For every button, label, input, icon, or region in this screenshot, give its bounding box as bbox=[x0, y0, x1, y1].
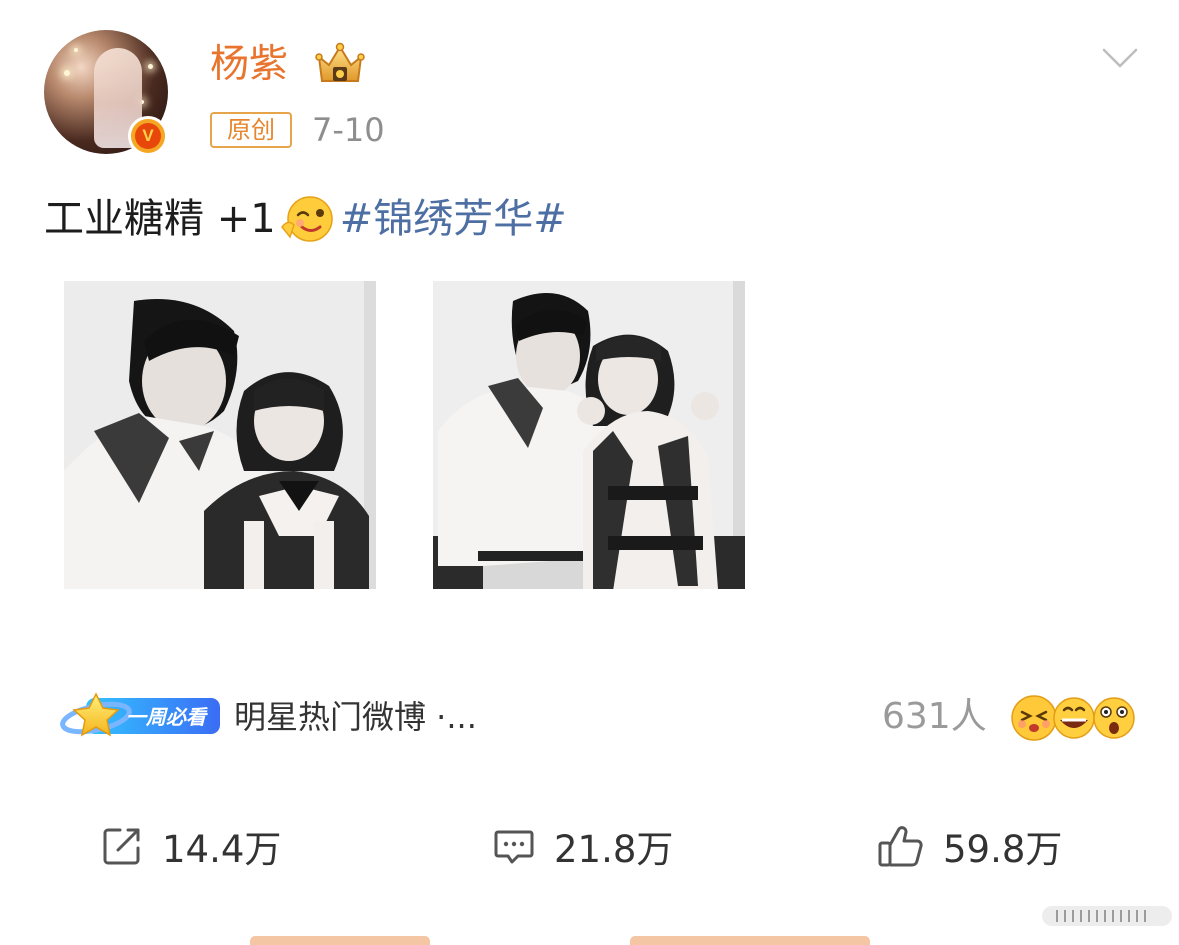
comment-icon bbox=[494, 830, 534, 864]
photo-1[interactable] bbox=[64, 281, 376, 589]
cut-off-bottom-links bbox=[250, 930, 910, 945]
like-count: 59.8万 bbox=[943, 828, 1063, 871]
laugh-emoji-icon bbox=[1053, 697, 1095, 739]
watermark-icon bbox=[1042, 906, 1172, 926]
reaction-count[interactable]: 631人 bbox=[882, 696, 987, 738]
weekly-topic-link[interactable]: 明星热门微博 ·... bbox=[234, 696, 477, 738]
repost-count: 14.4万 bbox=[162, 828, 282, 871]
like-button[interactable]: 59.8万 bbox=[877, 820, 1062, 872]
chevron-down-icon[interactable] bbox=[1100, 38, 1140, 78]
kiss-emoji-icon bbox=[1011, 695, 1057, 741]
weekly-badge-label: 一周必看 bbox=[126, 705, 208, 729]
reaction-emojis[interactable] bbox=[1008, 692, 1136, 742]
source-tag: 原创 bbox=[210, 112, 292, 148]
surprised-emoji-icon bbox=[1093, 697, 1135, 739]
repost-button[interactable]: 14.4万 bbox=[100, 820, 281, 872]
like-icon bbox=[878, 826, 923, 867]
photo-2[interactable] bbox=[433, 281, 745, 589]
post-time: 7-10 bbox=[312, 111, 385, 149]
post-text: 工业糖精 +1 #锦绣芳华# bbox=[44, 193, 567, 245]
crown-icon[interactable] bbox=[313, 41, 367, 89]
repost-icon bbox=[103, 828, 140, 865]
comment-button[interactable]: 21.8万 bbox=[492, 820, 673, 872]
wink-emoji-icon bbox=[280, 196, 333, 242]
verified-badge-icon: V bbox=[128, 116, 168, 156]
hashtag-link[interactable]: #锦绣芳华# bbox=[340, 193, 567, 245]
author-name[interactable]: 杨紫 bbox=[210, 40, 288, 90]
post-text-main: 工业糖精 +1 bbox=[44, 196, 276, 242]
comment-count: 21.8万 bbox=[554, 828, 674, 871]
weekly-must-see-badge[interactable]: 一周必看 bbox=[58, 686, 224, 746]
